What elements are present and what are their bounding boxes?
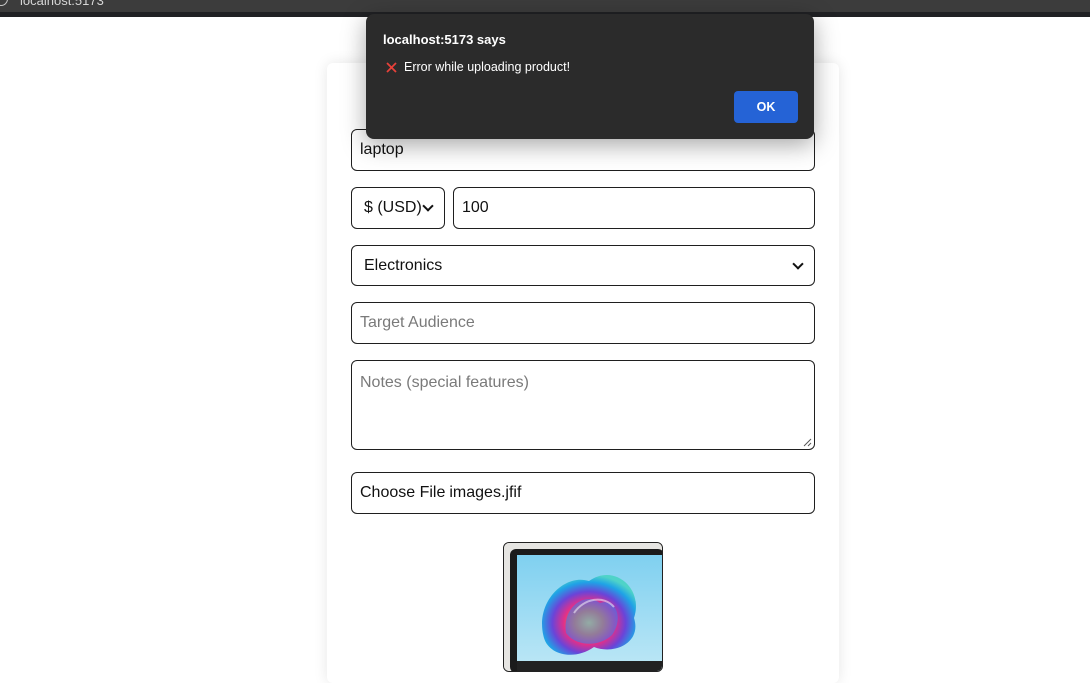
dialog-message-text: Error while uploading product! <box>404 60 571 74</box>
dialog-message: Error while uploading product! <box>386 60 570 74</box>
file-input[interactable]: Choose File images.jfif <box>351 472 815 514</box>
laptop-image <box>504 543 662 671</box>
currency-selected-value: $ (USD) <box>364 199 422 216</box>
file-name-label: images.jfif <box>449 484 522 501</box>
resize-handle-icon[interactable] <box>803 438 812 447</box>
address-bar-text[interactable]: localhost:5173 <box>20 0 104 8</box>
target-audience-input[interactable]: Target Audience <box>351 302 815 344</box>
dialog-title: localhost:5173 says <box>383 32 506 47</box>
price-input[interactable]: 100 <box>453 187 815 229</box>
category-selected-value: Electronics <box>364 256 443 274</box>
price-value: 100 <box>462 199 489 216</box>
site-info-icon[interactable] <box>0 0 8 6</box>
notes-placeholder: Notes (special features) <box>360 374 529 391</box>
notes-textarea[interactable]: Notes (special features) <box>351 360 815 450</box>
ok-button[interactable]: OK <box>734 91 798 123</box>
product-image-preview <box>503 542 663 672</box>
browser-toolbar: localhost:5173 <box>0 0 1090 12</box>
category-select[interactable]: Electronics <box>351 245 815 286</box>
chevron-down-icon <box>422 200 434 212</box>
product-name-value: laptop <box>360 141 404 158</box>
chevron-down-icon <box>792 257 804 270</box>
choose-file-button[interactable]: Choose File <box>360 484 445 502</box>
target-audience-placeholder: Target Audience <box>360 314 475 331</box>
red-x-icon <box>386 61 397 73</box>
currency-select[interactable]: $ (USD) <box>351 187 445 229</box>
alert-dialog: localhost:5173 says Error while uploadin… <box>366 14 814 139</box>
